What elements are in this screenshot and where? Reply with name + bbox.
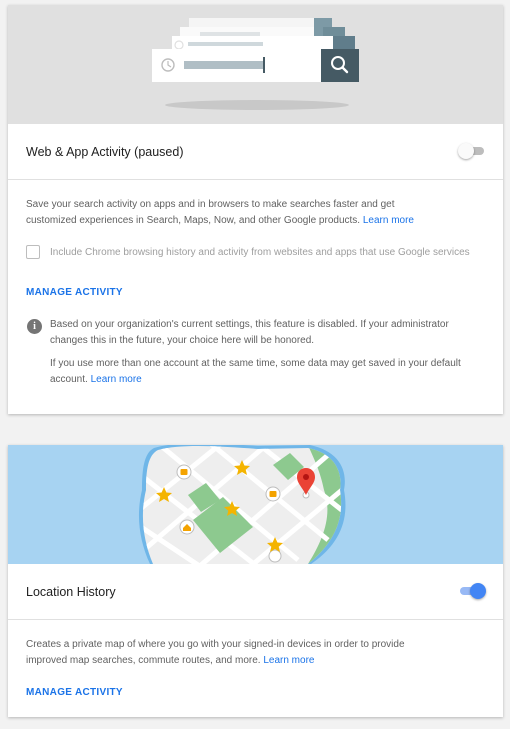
- search-illustration: [8, 5, 503, 124]
- home-icon: [179, 519, 195, 535]
- location-history-description: Creates a private map of where you go wi…: [26, 637, 436, 669]
- toggle-thumb: [470, 583, 486, 599]
- web-app-activity-toggle[interactable]: [458, 143, 486, 159]
- web-app-activity-card: Web & App Activity (paused) Save your se…: [8, 5, 503, 414]
- location-history-title: Location History: [26, 585, 116, 599]
- description-text: Save your search activity on apps and in…: [26, 199, 395, 226]
- shopping-icon: [265, 486, 281, 502]
- location-history-toggle[interactable]: [458, 583, 486, 599]
- info-icon: i: [27, 319, 42, 334]
- manage-activity-link[interactable]: MANAGE ACTIVITY: [26, 287, 123, 298]
- learn-more-link[interactable]: Learn more: [363, 215, 414, 226]
- location-history-card: Location History Creates a private map o…: [8, 445, 503, 717]
- divider: [8, 179, 503, 180]
- map-illustration: [8, 445, 503, 564]
- chrome-history-checkbox[interactable]: [26, 245, 40, 259]
- web-app-activity-title: Web & App Activity (paused): [26, 145, 184, 159]
- org-settings-notice: Based on your organization's current set…: [50, 319, 449, 346]
- toggle-thumb: [458, 143, 474, 159]
- web-app-activity-description: Save your search activity on apps and in…: [26, 197, 446, 229]
- learn-more-link[interactable]: Learn more: [263, 655, 314, 666]
- restaurant-icon: [176, 464, 192, 480]
- divider: [8, 619, 503, 620]
- chrome-history-checkbox-label: Include Chrome browsing history and acti…: [50, 247, 470, 258]
- multiple-accounts-notice: If you use more than one account at the …: [50, 356, 480, 388]
- description-text: Creates a private map of where you go wi…: [26, 639, 405, 666]
- info-learn-more-link[interactable]: Learn more: [91, 374, 142, 385]
- manage-activity-link[interactable]: MANAGE ACTIVITY: [26, 687, 123, 698]
